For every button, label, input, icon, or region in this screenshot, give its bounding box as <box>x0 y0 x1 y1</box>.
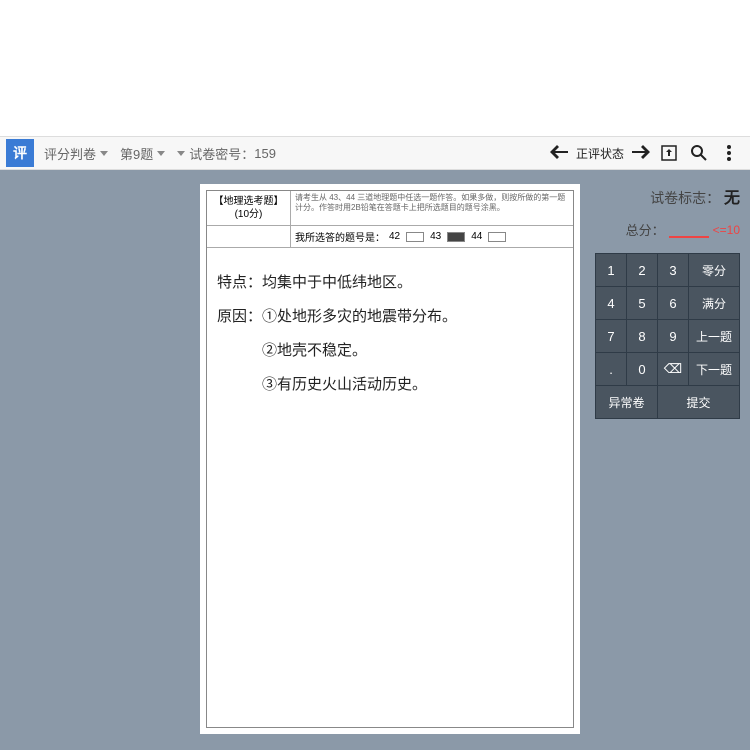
export-icon[interactable] <box>658 142 680 164</box>
qnum-1: 43 <box>430 231 441 242</box>
key-9[interactable]: 9 <box>658 320 688 352</box>
question-dropdown[interactable]: 第9题 <box>114 144 171 163</box>
choice-row: 我所选答的题号是： 42 43 44 <box>207 226 573 248</box>
key-0[interactable]: 0 <box>627 353 657 385</box>
choice-label: 我所选答的题号是： <box>295 229 385 244</box>
key-full-score[interactable]: 满分 <box>689 287 739 319</box>
answer-sheet-border: 【地理选考题】 (10分) 请考生从 43、44 三道地理题中任选一题作答。如果… <box>206 190 574 728</box>
choice-cell: 我所选答的题号是： 42 43 44 <box>291 226 573 247</box>
instruction-cell: 请考生从 43、44 三道地理题中任选一题作答。如果多做，则按所做的第一题计分。… <box>291 191 573 225</box>
choice-box-43 <box>447 232 465 242</box>
grading-status: 正评状态 <box>572 145 628 162</box>
caret-down-icon <box>100 151 108 156</box>
key-6[interactable]: 6 <box>658 287 688 319</box>
key-submit[interactable]: 提交 <box>658 386 739 418</box>
answer-line: ③有历史火山活动历史。 <box>217 370 563 400</box>
key-4[interactable]: 4 <box>596 287 626 319</box>
answer-line: 特点：均集中于中低纬地区。 <box>217 268 563 298</box>
score-input[interactable] <box>669 221 709 238</box>
key-8[interactable]: 8 <box>627 320 657 352</box>
next-arrow-icon[interactable] <box>628 143 654 164</box>
choice-box-42 <box>406 232 424 242</box>
score-label: 总分： <box>626 220 665 239</box>
answer-line: ②地壳不稳定。 <box>217 336 563 366</box>
key-abnormal[interactable]: 异常卷 <box>596 386 657 418</box>
key-5[interactable]: 5 <box>627 287 657 319</box>
points-label: (10分) <box>209 208 288 221</box>
blank-top-region <box>0 0 750 136</box>
subject-cell: 【地理选考题】 (10分) <box>207 191 291 225</box>
scoring-panel: 试卷标志： 无 总分： <=10 1 2 3 零分 4 5 6 满分 7 8 9… <box>595 184 740 419</box>
key-1[interactable]: 1 <box>596 254 626 286</box>
key-prev-question[interactable]: 上一题 <box>689 320 739 352</box>
key-zero-score[interactable]: 零分 <box>689 254 739 286</box>
subject-label: 【地理选考题】 <box>209 195 288 208</box>
toolbar: 评 评分判卷 第9题 试卷密号： 159 正评状态 <box>0 136 750 170</box>
paper-id-value: 159 <box>254 146 276 161</box>
app-logo: 评 <box>6 139 34 167</box>
key-backspace[interactable]: ⌫ <box>658 353 688 385</box>
qnum-0: 42 <box>389 231 400 242</box>
key-7[interactable]: 7 <box>596 320 626 352</box>
key-dot[interactable]: . <box>596 353 626 385</box>
more-icon[interactable] <box>718 142 740 164</box>
caret-down-icon <box>157 151 165 156</box>
app-title-dropdown[interactable]: 评分判卷 <box>38 144 114 163</box>
question-label: 第9题 <box>120 144 153 163</box>
mark-label: 试卷标志： <box>650 190 720 206</box>
choice-box-44 <box>488 232 506 242</box>
key-3[interactable]: 3 <box>658 254 688 286</box>
choice-left-spacer <box>207 226 291 247</box>
caret-down-icon <box>177 151 185 156</box>
score-max: <=10 <box>713 223 740 237</box>
mark-value: 无 <box>724 190 740 207</box>
main-area: 【地理选考题】 (10分) 请考生从 43、44 三道地理题中任选一题作答。如果… <box>0 170 750 750</box>
key-2[interactable]: 2 <box>627 254 657 286</box>
mark-row: 试卷标志： 无 <box>595 184 740 208</box>
search-icon[interactable] <box>688 142 710 164</box>
answer-sheet[interactable]: 【地理选考题】 (10分) 请考生从 43、44 三道地理题中任选一题作答。如果… <box>200 184 580 734</box>
qnum-2: 44 <box>471 231 482 242</box>
paper-id-label: 试卷密号： <box>189 144 254 163</box>
paper-id-dropdown[interactable]: 试卷密号： 159 <box>171 144 282 163</box>
app-title: 评分判卷 <box>44 144 96 163</box>
handwritten-answer: 特点：均集中于中低纬地区。 原因：①处地形多灾的地震带分布。 ②地壳不稳定。 ③… <box>207 248 573 727</box>
prev-arrow-icon[interactable] <box>546 143 572 164</box>
paper-header-row: 【地理选考题】 (10分) 请考生从 43、44 三道地理题中任选一题作答。如果… <box>207 191 573 226</box>
key-next-question[interactable]: 下一题 <box>689 353 739 385</box>
score-keypad: 1 2 3 零分 4 5 6 满分 7 8 9 上一题 . 0 ⌫ 下一题 异常… <box>595 253 740 419</box>
score-row: 总分： <=10 <box>595 220 740 239</box>
answer-line: 原因：①处地形多灾的地震带分布。 <box>217 302 563 332</box>
